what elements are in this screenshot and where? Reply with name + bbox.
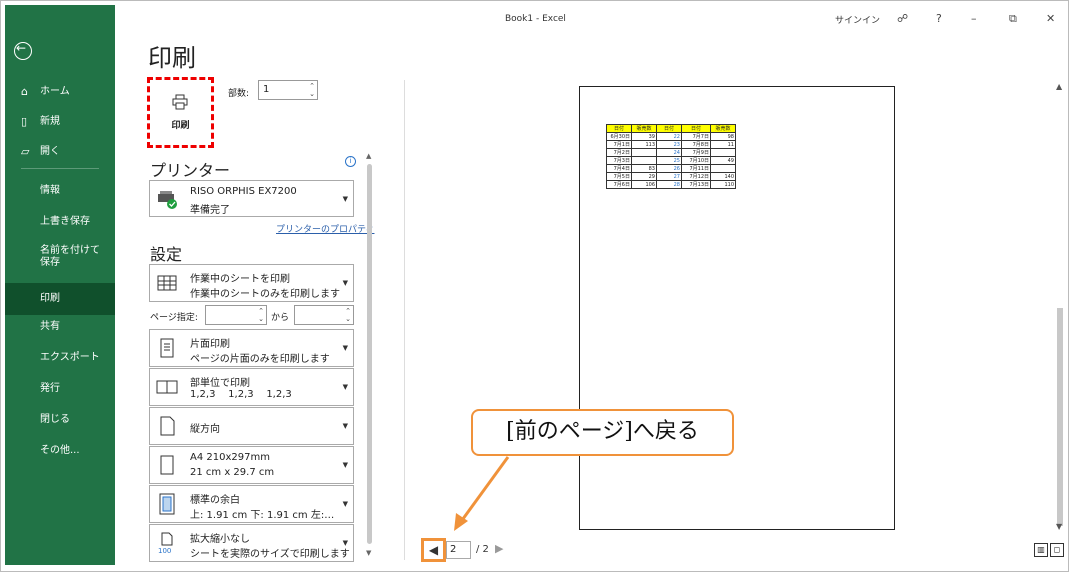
- table-row: 7月3日 25 7月10日 49: [606, 156, 736, 165]
- new-file-icon: ▯: [21, 115, 28, 128]
- settings-scroll-thumb[interactable]: [367, 164, 372, 544]
- printer-name: RISO ORPHIS EX7200: [190, 186, 297, 197]
- preview-scrollbar[interactable]: ▲ ▼: [1054, 80, 1066, 535]
- table-row: 7月2日 24 7月9日: [606, 148, 736, 157]
- nav-item-new[interactable]: ▯ 新規: [5, 109, 115, 135]
- paper-size-dropdown[interactable]: A4 210x297mm 21 cm x 29.7 cm ▼: [149, 446, 354, 484]
- feedback-icon[interactable]: ☍: [897, 12, 908, 25]
- print-what-dropdown[interactable]: 作業中のシートを印刷 作業中のシートのみを印刷します ▼: [149, 264, 354, 302]
- backstage-nav: ⌂ホーム ▯新規 ▱開く 情報 上書き保存 名前を付けて保存 印刷 共有 エクス…: [5, 5, 115, 565]
- settings-heading: 設定: [150, 245, 183, 264]
- print-preview-page: 日付 販売数 日付 日付 販売数 6月30日 39 22 7月7日 98 7月1日 113…: [579, 86, 895, 530]
- nav-separator: [21, 168, 99, 169]
- nav-item-home[interactable]: ⌂ ホーム: [5, 79, 115, 105]
- copies-spinner[interactable]: ⌃ ⌄: [309, 82, 315, 98]
- printer-heading: プリンター: [150, 161, 231, 180]
- table-row: 7月4日 83 26 7月11日: [606, 164, 736, 173]
- nav-item-publish[interactable]: 発行: [5, 376, 115, 402]
- back-arrow-icon[interactable]: [14, 41, 32, 60]
- sheet-grid-icon: [157, 275, 177, 291]
- total-pages: / 2: [476, 544, 489, 555]
- one-sided-icon: [160, 338, 174, 358]
- margins-dropdown[interactable]: 標準の余白 上: 1.91 cm 下: 1.91 cm 左:… ▼: [149, 485, 354, 523]
- zoom-controls: ▥ ◻: [1034, 543, 1066, 557]
- pages-label: ページ指定:: [150, 313, 198, 323]
- scroll-up-icon[interactable]: ▲: [1056, 82, 1062, 91]
- table-row: 7月6日 106 28 7月13日 110: [606, 180, 736, 189]
- chevron-down-icon: ▼: [342, 195, 348, 203]
- callout-annotation: [前のページ]へ戻る: [471, 409, 734, 456]
- preview-table: 日付 販売数 日付 日付 販売数 6月30日 39 22 7月7日 98 7月1日 113…: [606, 124, 736, 189]
- pages-to-input[interactable]: ⌃ ⌄: [294, 305, 354, 325]
- chevron-down-icon: ▼: [342, 344, 348, 352]
- table-row: 7月5日 29 27 7月12日 140: [606, 172, 736, 181]
- show-margins-icon[interactable]: ▥: [1034, 543, 1048, 557]
- scaling-dropdown[interactable]: 100 拡大縮小なし シートを実際のサイズで印刷します ▼: [149, 524, 354, 562]
- nav-item-save-as[interactable]: 名前を付けて保存: [5, 243, 115, 275]
- pages-to-label: から: [271, 313, 290, 323]
- table-row: 6月30日 39 22 7月7日 98: [606, 132, 736, 141]
- zoom-to-page-icon[interactable]: ◻: [1050, 543, 1064, 557]
- window-title: Book1 - Excel: [505, 14, 566, 24]
- preview-scroll-thumb[interactable]: [1057, 308, 1063, 526]
- close-button[interactable]: ✕: [1046, 12, 1055, 25]
- nav-item-save[interactable]: 上書き保存: [5, 209, 115, 235]
- panel-divider: [404, 80, 405, 560]
- chevron-down-icon: ▼: [342, 500, 348, 508]
- scroll-down-icon[interactable]: ▼: [1056, 522, 1062, 531]
- help-button[interactable]: ?: [936, 12, 942, 25]
- collate-dropdown[interactable]: 部単位で印刷 1,2,3 1,2,3 1,2,3 ▼: [149, 368, 354, 406]
- nav-item-more[interactable]: その他...: [5, 438, 115, 464]
- chevron-down-icon: ▼: [342, 383, 348, 391]
- nav-item-open[interactable]: ▱ 開く: [5, 139, 115, 165]
- chevron-down-icon: ▼: [342, 422, 348, 430]
- paper-size-icon: [160, 455, 174, 475]
- copies-label: 部数:: [228, 89, 250, 99]
- svg-text:100: 100: [158, 547, 171, 554]
- table-row: 7月1日 113 23 7月8日 11: [606, 140, 736, 149]
- printer-icon: [172, 94, 188, 110]
- scroll-down-icon[interactable]: ▼: [366, 549, 371, 557]
- margins-icon: [159, 493, 175, 515]
- page-title: 印刷: [148, 44, 196, 72]
- nav-item-export[interactable]: エクスポート: [5, 345, 115, 371]
- table-header-row: 日付 販売数 日付 日付 販売数: [606, 124, 736, 133]
- restore-button[interactable]: ⧉: [1009, 12, 1017, 26]
- pages-from-input[interactable]: ⌃ ⌄: [205, 305, 267, 325]
- signin-link[interactable]: サインイン: [835, 13, 880, 26]
- collate-icon: [156, 380, 178, 394]
- home-icon: ⌂: [21, 85, 28, 98]
- printer-device-icon: [158, 191, 177, 209]
- title-bar: Book1 - Excel サインイン ☍ ? – ⧉ ✕: [115, 12, 1069, 32]
- chevron-down-icon: ▼: [342, 461, 348, 469]
- printer-properties-link[interactable]: プリンターのプロパティ: [276, 222, 374, 235]
- print-button-label: 印刷: [171, 121, 190, 131]
- scaling-icon: 100: [158, 532, 173, 554]
- folder-open-icon: ▱: [21, 145, 30, 158]
- nav-item-share[interactable]: 共有: [5, 314, 115, 340]
- printer-status: 準備完了: [190, 205, 230, 216]
- current-page-input[interactable]: 2: [446, 541, 471, 559]
- next-page-button[interactable]: ▶: [495, 542, 503, 555]
- minimize-button[interactable]: –: [971, 12, 977, 25]
- copies-input[interactable]: 1 ⌃ ⌄: [258, 80, 318, 100]
- chevron-down-icon: ▼: [342, 539, 348, 547]
- previous-page-button[interactable]: ◀: [421, 538, 446, 562]
- orientation-dropdown[interactable]: 縦方向 ▼: [149, 407, 354, 445]
- chevron-down-icon: ▼: [342, 279, 348, 287]
- scroll-up-icon[interactable]: ▲: [366, 152, 371, 160]
- sides-dropdown[interactable]: 片面印刷 ページの片面のみを印刷します ▼: [149, 329, 354, 367]
- nav-item-close[interactable]: 閉じる: [5, 407, 115, 433]
- callout-arrow: [454, 456, 510, 531]
- settings-scrollbar[interactable]: ▲ ▼: [364, 152, 376, 559]
- info-icon[interactable]: i: [345, 156, 356, 167]
- nav-item-print[interactable]: 印刷: [5, 283, 115, 315]
- nav-item-info[interactable]: 情報: [5, 178, 115, 204]
- portrait-page-icon: [160, 416, 175, 436]
- print-button[interactable]: 印刷: [147, 77, 214, 148]
- printer-dropdown[interactable]: RISO ORPHIS EX7200 準備完了 ▼: [149, 180, 354, 217]
